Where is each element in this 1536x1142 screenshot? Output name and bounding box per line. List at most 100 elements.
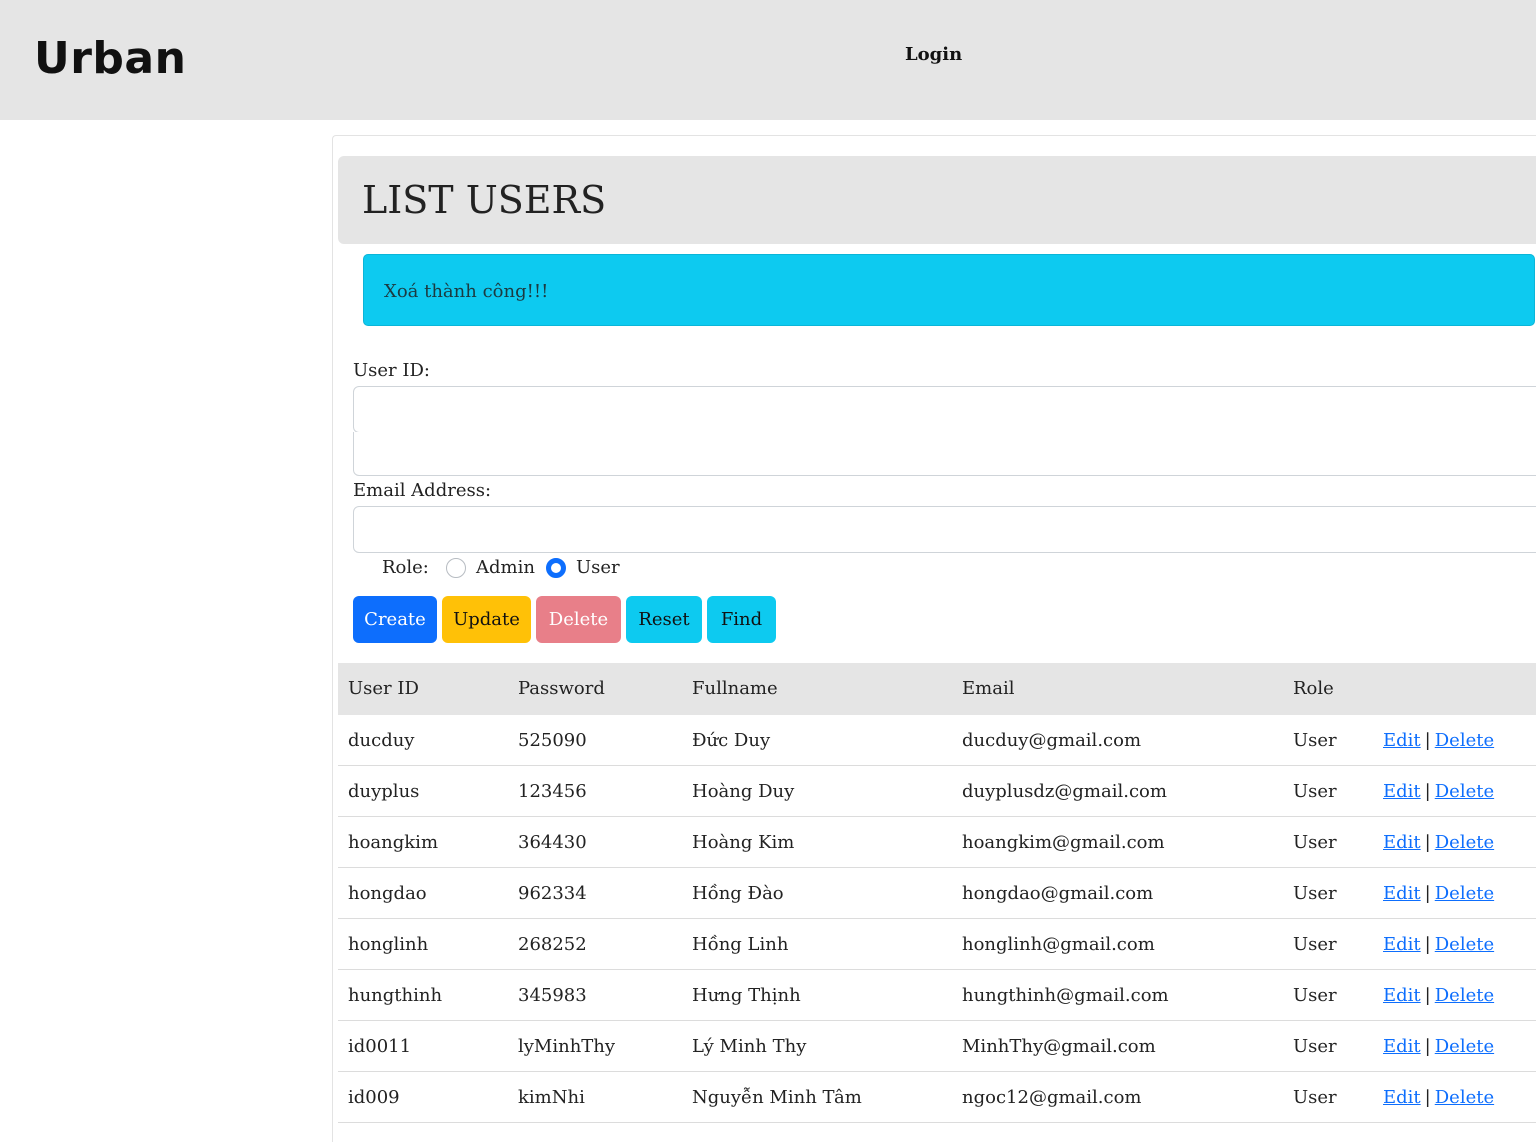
row-actions: Edit | Delete <box>1383 1021 1494 1072</box>
action-separator: | <box>1424 1036 1431 1057</box>
edit-link[interactable]: Edit <box>1383 832 1421 853</box>
create-button[interactable]: Create <box>353 596 437 643</box>
email-input[interactable] <box>353 506 1536 553</box>
action-separator: | <box>1424 832 1431 853</box>
cell-role: User <box>1293 1036 1337 1057</box>
row-actions: Edit | Delete <box>1383 970 1494 1021</box>
role-label: Role: <box>382 557 429 578</box>
cell-role: User <box>1293 730 1337 751</box>
cell-user-id: hoangkim <box>348 832 439 853</box>
cell-fullname: Hồng Đào <box>692 883 784 904</box>
cell-user-id: hongdao <box>348 883 427 904</box>
cell-role: User <box>1293 985 1337 1006</box>
page-title: LIST USERS <box>362 178 607 222</box>
success-alert: Xoá thành công!!! <box>363 254 1535 326</box>
reset-button[interactable]: Reset <box>626 596 702 643</box>
cell-password: 345983 <box>518 985 587 1006</box>
brand-logo[interactable]: Urban <box>34 33 186 84</box>
edit-link[interactable]: Edit <box>1383 1036 1421 1057</box>
cell-user-id: duyplus <box>348 781 420 802</box>
cell-fullname: Hưng Thịnh <box>692 985 801 1006</box>
delete-link[interactable]: Delete <box>1435 832 1494 853</box>
role-admin-radio[interactable] <box>446 558 466 578</box>
delete-link[interactable]: Delete <box>1435 781 1494 802</box>
table-row: hungthinh 345983 Hưng Thịnh hungthinh@gmail… <box>338 970 1536 1021</box>
row-actions: Edit | Delete <box>1383 1072 1494 1123</box>
edit-link[interactable]: Edit <box>1383 985 1421 1006</box>
cell-fullname: Hoàng Duy <box>692 781 795 802</box>
cell-password: 268252 <box>518 934 587 955</box>
delete-link[interactable]: Delete <box>1435 1087 1494 1108</box>
cell-email: hoangkim@gmail.com <box>962 832 1165 853</box>
role-admin-label[interactable]: Admin <box>476 557 535 578</box>
table-row: ducduy 525090 Đức Duy ducduy@gmail.com User E… <box>338 715 1536 766</box>
cell-password: 364430 <box>518 832 587 853</box>
row-actions: Edit | Delete <box>1383 817 1494 868</box>
cell-user-id: ducduy <box>348 730 415 751</box>
cell-email: MinhThy@gmail.com <box>962 1036 1156 1057</box>
header-user-id: User ID <box>348 678 419 699</box>
cell-password: 962334 <box>518 883 587 904</box>
find-button[interactable]: Find <box>707 596 776 643</box>
cell-user-id: honglinh <box>348 934 429 955</box>
cell-password: kimNhi <box>518 1087 585 1108</box>
role-user-radio[interactable] <box>546 558 566 578</box>
edit-link[interactable]: Edit <box>1383 1087 1421 1108</box>
action-separator: | <box>1424 883 1431 904</box>
role-user-label[interactable]: User <box>576 557 620 578</box>
edit-link[interactable]: Edit <box>1383 730 1421 751</box>
delete-link[interactable]: Delete <box>1435 985 1494 1006</box>
table-header-row: User ID Password Fullname Email Role <box>338 663 1536 715</box>
table-body: ducduy 525090 Đức Duy ducduy@gmail.com User E… <box>338 715 1536 1123</box>
cell-fullname: Hoàng Kim <box>692 832 795 853</box>
cell-role: User <box>1293 832 1337 853</box>
cell-email: hongdao@gmail.com <box>962 883 1154 904</box>
cell-role: User <box>1293 883 1337 904</box>
header-role: Role <box>1293 678 1334 699</box>
cell-role: User <box>1293 781 1337 802</box>
action-separator: | <box>1424 781 1431 802</box>
row-actions: Edit | Delete <box>1383 919 1494 970</box>
nav-login-link[interactable]: Login <box>905 44 962 65</box>
cell-email: ngoc12@gmail.com <box>962 1087 1142 1108</box>
action-separator: | <box>1424 985 1431 1006</box>
delete-link[interactable]: Delete <box>1435 934 1494 955</box>
row-actions: Edit | Delete <box>1383 715 1494 766</box>
cell-user-id: hungthinh <box>348 985 443 1006</box>
cell-email: honglinh@gmail.com <box>962 934 1155 955</box>
cell-password: 123456 <box>518 781 587 802</box>
cell-fullname: Nguyễn Minh Tâm <box>692 1087 862 1108</box>
users-table: User ID Password Fullname Email Role duc… <box>338 663 1536 1123</box>
title-bar: LIST USERS <box>338 156 1536 244</box>
user-id-input[interactable] <box>353 386 1536 433</box>
delete-link[interactable]: Delete <box>1435 883 1494 904</box>
table-row: honglinh 268252 Hồng Linh honglinh@gmail.co… <box>338 919 1536 970</box>
edit-link[interactable]: Edit <box>1383 934 1421 955</box>
action-separator: | <box>1424 1087 1431 1108</box>
alert-message: Xoá thành công!!! <box>384 281 549 302</box>
update-button[interactable]: Update <box>442 596 531 643</box>
table-row: duyplus 123456 Hoàng Duy duyplusdz@gmail.co… <box>338 766 1536 817</box>
row-actions: Edit | Delete <box>1383 868 1494 919</box>
cell-password: lyMinhThy <box>518 1036 616 1057</box>
delete-link[interactable]: Delete <box>1435 730 1494 751</box>
table-row: id009 kimNhi Nguyễn Minh Tâm ngoc12@gmail.c… <box>338 1072 1536 1123</box>
cell-fullname: Lý Minh Thy <box>692 1036 807 1057</box>
cell-password: 525090 <box>518 730 587 751</box>
cell-role: User <box>1293 1087 1337 1108</box>
edit-link[interactable]: Edit <box>1383 883 1421 904</box>
delete-button[interactable]: Delete <box>536 596 621 643</box>
cell-email: hungthinh@gmail.com <box>962 985 1169 1006</box>
header-fullname: Fullname <box>692 678 778 699</box>
cell-role: User <box>1293 934 1337 955</box>
header-password: Password <box>518 678 605 699</box>
cell-fullname: Hồng Linh <box>692 934 789 955</box>
cell-email: duyplusdz@gmail.com <box>962 781 1167 802</box>
cell-user-id: id009 <box>348 1087 400 1108</box>
password-input[interactable] <box>353 432 1536 476</box>
row-actions: Edit | Delete <box>1383 766 1494 817</box>
edit-link[interactable]: Edit <box>1383 781 1421 802</box>
delete-link[interactable]: Delete <box>1435 1036 1494 1057</box>
email-label: Email Address: <box>353 480 492 501</box>
header-email: Email <box>962 678 1015 699</box>
